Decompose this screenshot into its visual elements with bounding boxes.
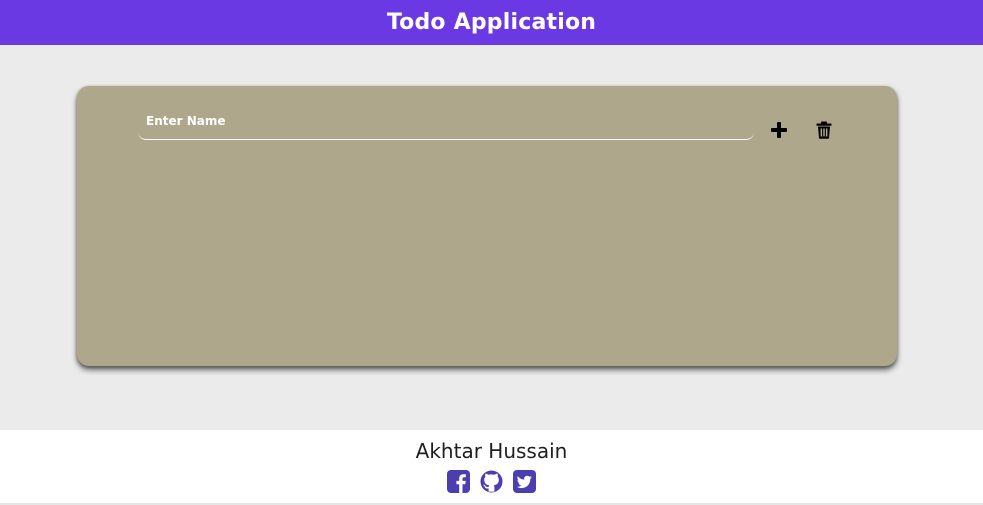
add-button[interactable] <box>767 118 791 142</box>
name-input[interactable] <box>138 108 754 140</box>
todo-card <box>77 86 897 366</box>
facebook-link[interactable] <box>447 470 470 493</box>
delete-all-button[interactable] <box>812 118 836 142</box>
github-icon <box>480 470 503 493</box>
twitter-link[interactable] <box>513 470 536 493</box>
footer: Akhtar Hussain <box>0 430 983 505</box>
facebook-icon <box>447 470 470 493</box>
social-links <box>0 470 983 493</box>
main-area <box>0 45 983 430</box>
plus-icon <box>771 122 787 138</box>
author-name: Akhtar Hussain <box>415 439 568 463</box>
github-link[interactable] <box>480 470 503 493</box>
app-header: Todo Application <box>0 0 983 45</box>
twitter-icon <box>513 470 536 493</box>
page-title: Todo Application <box>386 10 597 35</box>
trash-icon <box>816 121 832 139</box>
